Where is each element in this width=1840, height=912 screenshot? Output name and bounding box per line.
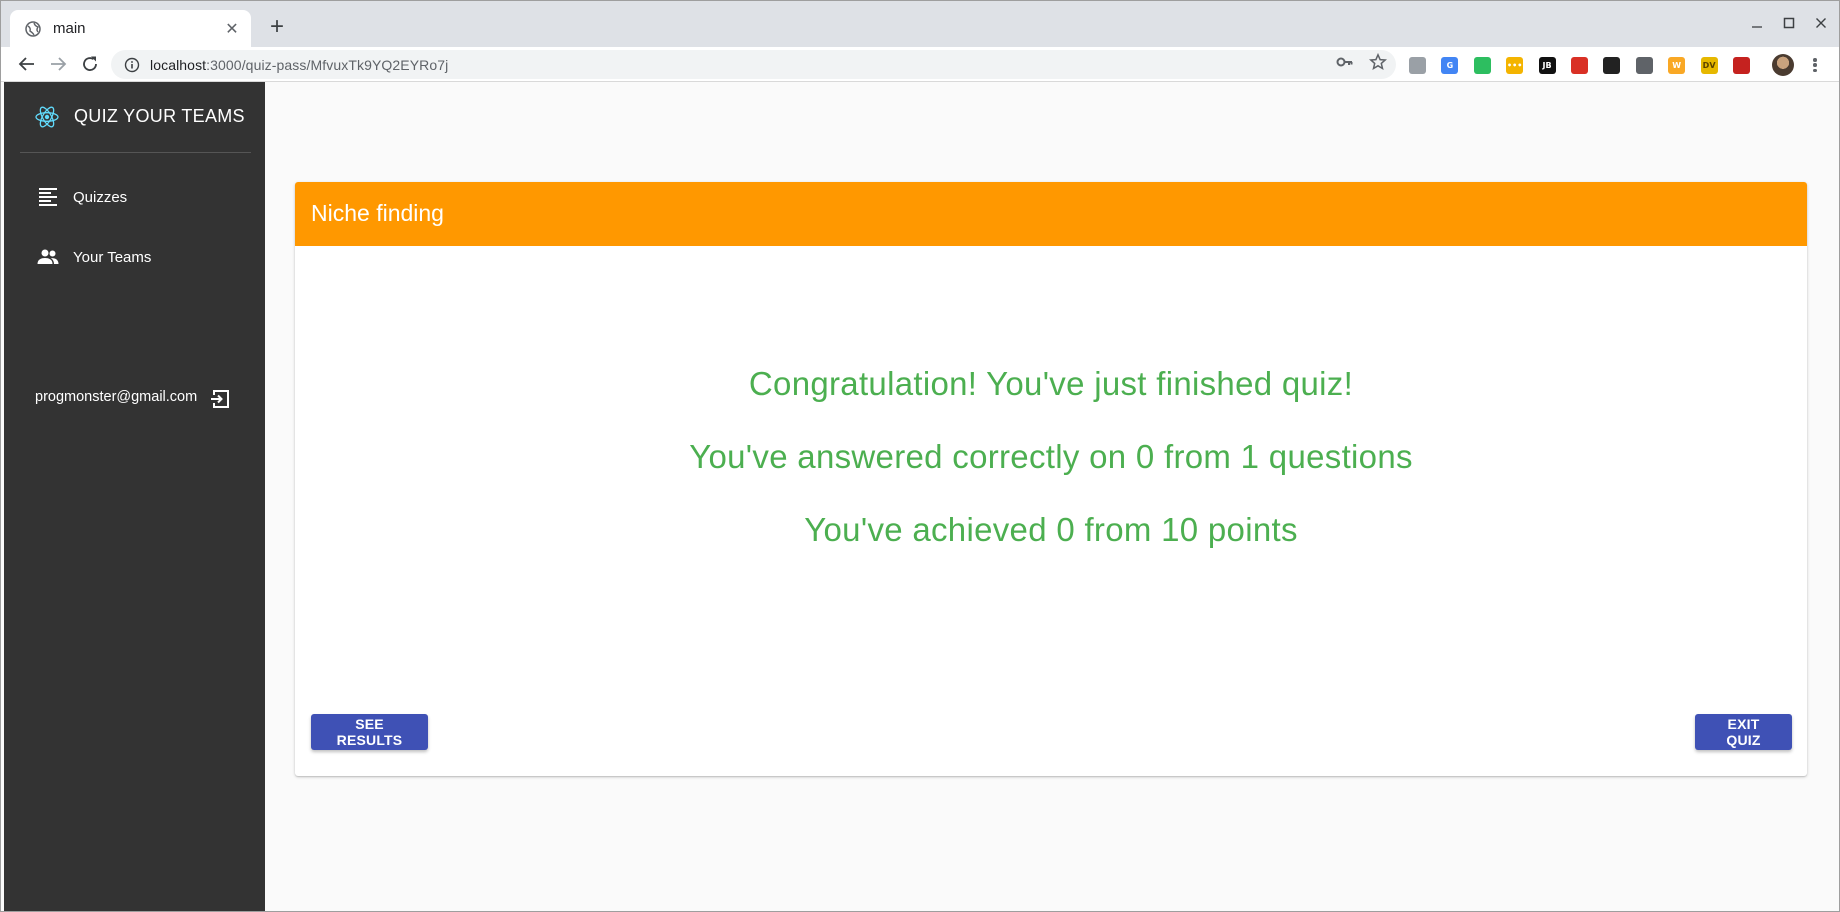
minimize-icon[interactable] bbox=[1741, 11, 1773, 35]
notes-extension-icon[interactable]: ••• bbox=[1506, 57, 1524, 74]
dv-extension-icon[interactable]: DV bbox=[1700, 57, 1718, 74]
globe-icon bbox=[25, 20, 41, 37]
red-extension-icon[interactable] bbox=[1571, 57, 1588, 74]
evernote-extension-icon[interactable] bbox=[1473, 57, 1491, 74]
back-icon[interactable] bbox=[13, 50, 41, 78]
sidebar-divider bbox=[20, 152, 251, 153]
tab-close-icon[interactable]: ✕ bbox=[219, 16, 245, 42]
correct-answers-message: You've answered correctly on 0 from 1 qu… bbox=[689, 438, 1413, 475]
quiz-result-card: Niche finding Congratulation! You've jus… bbox=[295, 182, 1807, 776]
laptop-extension-icon[interactable] bbox=[1635, 57, 1653, 74]
exit-quiz-button[interactable]: EXIT QUIZ bbox=[1695, 714, 1792, 750]
browser-tab[interactable]: main ✕ bbox=[10, 10, 251, 47]
url-host: localhost bbox=[150, 56, 207, 73]
sidebar-item-label: Your Teams bbox=[73, 248, 152, 266]
tab-strip: main ✕ + bbox=[1, 1, 1839, 47]
sidebar: QUIZ YOUR TEAMS Quizzes Your Teams progm… bbox=[4, 82, 265, 911]
browser-toolbar: localhost:3000/quiz-pass/MfvuxTk9YQ2EYRo… bbox=[1, 47, 1839, 82]
maximize-icon[interactable] bbox=[1773, 11, 1805, 35]
sidebar-item-your-teams[interactable]: Your Teams bbox=[4, 231, 265, 283]
card-header: Niche finding bbox=[295, 182, 1807, 246]
url-path: :3000/quiz-pass/MfvuxTk9YQ2EYRo7j bbox=[206, 56, 449, 73]
key-icon[interactable] bbox=[1336, 53, 1354, 71]
address-bar[interactable]: localhost:3000/quiz-pass/MfvuxTk9YQ2EYRo… bbox=[111, 50, 1396, 79]
sidebar-item-label: Quizzes bbox=[73, 188, 128, 206]
pdf-extension-icon[interactable] bbox=[1733, 57, 1750, 74]
logout-icon[interactable] bbox=[209, 387, 233, 411]
see-results-button[interactable]: SEE RESULTS bbox=[311, 714, 428, 750]
reload-icon[interactable] bbox=[76, 50, 104, 78]
people-icon bbox=[37, 249, 59, 264]
profile-avatar[interactable] bbox=[1772, 54, 1794, 76]
globe-extension-icon[interactable] bbox=[1409, 57, 1426, 74]
brand[interactable]: QUIZ YOUR TEAMS bbox=[4, 82, 265, 152]
points-message: You've achieved 0 from 10 points bbox=[804, 511, 1298, 548]
user-email: progmonster@gmail.com bbox=[35, 389, 198, 405]
w-extension-icon[interactable]: W bbox=[1668, 57, 1686, 74]
brand-name: QUIZ YOUR TEAMS bbox=[74, 106, 245, 126]
tab-title: main bbox=[53, 20, 86, 37]
congrats-message: Congratulation! You've just finished qui… bbox=[748, 365, 1354, 402]
new-tab-button[interactable]: + bbox=[263, 13, 291, 41]
url-text: localhost:3000/quiz-pass/MfvuxTk9YQ2EYRo… bbox=[150, 57, 448, 73]
forward-icon[interactable] bbox=[44, 50, 72, 78]
react-logo-icon bbox=[35, 106, 59, 128]
result-messages: Congratulation! You've just finished qui… bbox=[295, 364, 1807, 583]
jb-extension-icon[interactable]: JB bbox=[1538, 57, 1556, 74]
info-icon[interactable] bbox=[124, 57, 140, 73]
user-row: progmonster@gmail.com bbox=[4, 373, 265, 425]
quiz-title: Niche finding bbox=[311, 200, 444, 226]
translate-extension-icon[interactable]: G bbox=[1441, 57, 1459, 74]
browser-menu-icon[interactable] bbox=[1807, 56, 1823, 74]
app-viewport: QUIZ YOUR TEAMS Quizzes Your Teams progm… bbox=[1, 82, 1839, 911]
window-close-icon[interactable] bbox=[1805, 11, 1837, 35]
list-icon bbox=[39, 188, 57, 206]
star-icon[interactable] bbox=[1369, 53, 1387, 71]
browser-window: main ✕ + localhost:3000/quiz-pass/MfvuxT… bbox=[0, 0, 1840, 912]
sidebar-item-quizzes[interactable]: Quizzes bbox=[4, 171, 265, 223]
gnome-extension-icon[interactable] bbox=[1603, 57, 1621, 74]
